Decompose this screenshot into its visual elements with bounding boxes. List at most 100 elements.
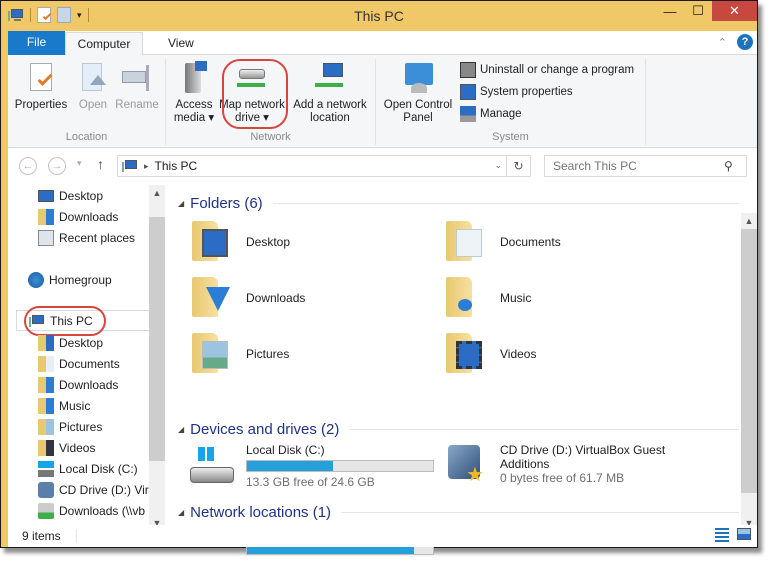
folder-tile-music[interactable]: Music (444, 275, 531, 321)
window-title: This PC (354, 8, 404, 24)
nav-item-label: Homegroup (49, 272, 112, 287)
scroll-up-arrow[interactable]: ▲ (741, 213, 757, 229)
uninstall-program-button[interactable]: Uninstall or change a program (460, 61, 634, 79)
title-bar: ▾ This PC — ☐ ✕ (1, 1, 757, 31)
section-divider (272, 202, 739, 204)
section-header-folders[interactable]: ◢ Folders (6) (174, 193, 739, 213)
nav-item-pc-desktop[interactable]: Desktop (38, 332, 103, 353)
folder-tile-desktop[interactable]: Desktop (190, 219, 290, 265)
annotation-circle-map-network-drive (222, 59, 288, 129)
nav-item-desktop[interactable]: Desktop (38, 185, 103, 206)
details-view-icon[interactable] (715, 528, 729, 542)
nav-item-homegroup[interactable]: Homegroup (28, 269, 112, 290)
search-input[interactable] (544, 155, 747, 177)
nav-item-pictures[interactable]: Pictures (38, 416, 102, 437)
collapse-ribbon-icon[interactable]: ⌃ (718, 36, 727, 49)
rename-icon (120, 61, 154, 95)
section-divider (349, 428, 739, 430)
folder-tile-pictures[interactable]: Pictures (190, 331, 289, 377)
folder-tile-downloads[interactable]: Downloads (190, 275, 305, 321)
address-bar[interactable]: ▸ This PC ⌄ ↻ (117, 155, 531, 177)
system-group-label: System (492, 131, 529, 143)
nav-item-local-disk[interactable]: Local Disk (C:) (38, 458, 138, 479)
nav-item-label: Desktop (59, 335, 104, 350)
access-media-button[interactable]: Access media ▾ (172, 61, 216, 125)
manage-button[interactable]: Manage (460, 105, 522, 123)
downloads-folder-icon (190, 275, 236, 321)
open-control-panel-button[interactable]: Open Control Panel (380, 61, 456, 125)
properties-button[interactable]: Properties (12, 61, 70, 112)
view-buttons (715, 528, 751, 542)
breadcrumb-separator[interactable]: ▸ (144, 161, 149, 172)
add-network-location-label-1: Add a network (293, 99, 367, 111)
pictures-folder-icon (190, 331, 236, 377)
section-header-devices[interactable]: ◢ Devices and drives (2) (174, 419, 739, 439)
window-controls: — ☐ ✕ (656, 1, 757, 21)
nav-item-recent-places[interactable]: Recent places (38, 227, 135, 248)
nav-item-cd-drive[interactable]: CD Drive (D:) Virt (38, 479, 156, 500)
tab-computer[interactable]: Computer (65, 32, 143, 56)
nav-item-pc-downloads[interactable]: Downloads (38, 374, 118, 395)
help-icon[interactable]: ? (737, 34, 753, 50)
nav-item-label: CD Drive (D:) Virt (59, 482, 153, 497)
content-scrollbar-thumb[interactable] (741, 229, 757, 493)
nav-pane-scrollbar[interactable]: ▲ ▼ (149, 185, 165, 531)
add-network-location-button[interactable]: Add a network location (290, 61, 370, 125)
open-button[interactable]: Open (74, 61, 112, 112)
local-disk-icon (38, 460, 54, 477)
drive-tile-local-disk[interactable]: Local Disk (C:) 13.3 GB free of 24.6 GB (188, 443, 434, 489)
status-separator (76, 529, 77, 543)
nav-item-label: Downloads (59, 377, 119, 392)
properties-icon (24, 61, 58, 95)
breadcrumb-this-pc[interactable]: This PC (155, 159, 198, 173)
add-network-location-icon (313, 61, 347, 95)
nav-item-label: Downloads (\\vb (59, 503, 146, 518)
tab-view[interactable]: View (158, 32, 204, 56)
system-properties-button[interactable]: System properties (460, 83, 573, 101)
nav-item-label: Documents (59, 356, 120, 371)
collapse-icon: ◢ (178, 507, 185, 517)
open-control-panel-label-1: Open Control (383, 99, 453, 111)
drive-name-line1: CD Drive (D:) VirtualBox Guest (500, 443, 666, 457)
drive-tile-cd-drive[interactable]: ★ CD Drive (D:) VirtualBox Guest Additio… (444, 443, 665, 489)
minimize-button[interactable]: — (656, 1, 684, 21)
folder-tile-videos[interactable]: Videos (444, 331, 536, 377)
rename-button[interactable]: Rename (114, 61, 160, 112)
content-scrollbar[interactable]: ▲ ▼ (741, 213, 757, 531)
address-dropdown-icon[interactable]: ⌄ (494, 160, 502, 171)
recent-locations-button[interactable]: ▾ (77, 158, 82, 169)
nav-item-label: Music (59, 398, 91, 413)
search-icon[interactable]: ⚲ (724, 159, 733, 173)
nav-item-documents[interactable]: Documents (38, 353, 120, 374)
large-icons-view-icon[interactable] (737, 528, 751, 540)
scroll-up-arrow[interactable]: ▲ (149, 185, 165, 201)
cd-drive-icon (38, 481, 54, 498)
nav-item-network-drive[interactable]: Downloads (\\vb (38, 500, 156, 521)
nav-item-downloads[interactable]: Downloads (38, 206, 118, 227)
close-button[interactable]: ✕ (712, 1, 757, 21)
explorer-window: ▾ This PC — ☐ ✕ File Computer View ⌃ ? P… (0, 0, 758, 555)
section-header-network-locations[interactable]: ◢ Network locations (1) (174, 502, 739, 522)
desktop-folder-icon (190, 219, 236, 265)
recent-places-icon (38, 229, 54, 246)
pictures-folder-icon (38, 418, 54, 435)
folder-tile-documents[interactable]: Documents (444, 219, 561, 265)
tab-file[interactable]: File (8, 31, 65, 55)
location-group: Properties Open Rename Location (8, 59, 166, 145)
up-button[interactable]: ↑ (97, 156, 104, 172)
forward-button[interactable]: → (48, 157, 66, 175)
content-pane: ◢ Folders (6) Desktop Documents Download… (174, 181, 757, 555)
nav-pane-scrollbar-thumb[interactable] (149, 217, 165, 461)
documents-folder-icon (444, 219, 490, 265)
maximize-button[interactable]: ☐ (684, 1, 712, 21)
nav-item-music[interactable]: Music (38, 395, 90, 416)
back-button[interactable]: ← (19, 157, 37, 175)
manage-icon (460, 106, 476, 122)
nav-item-videos[interactable]: Videos (38, 437, 95, 458)
rename-label: Rename (115, 99, 159, 111)
manage-label: Manage (480, 108, 522, 120)
ribbon: Properties Open Rename Location Access m… (8, 55, 757, 148)
nav-item-label: Downloads (59, 209, 119, 224)
drive-name-line2: Additions (500, 457, 550, 471)
refresh-button[interactable]: ↻ (506, 155, 530, 177)
